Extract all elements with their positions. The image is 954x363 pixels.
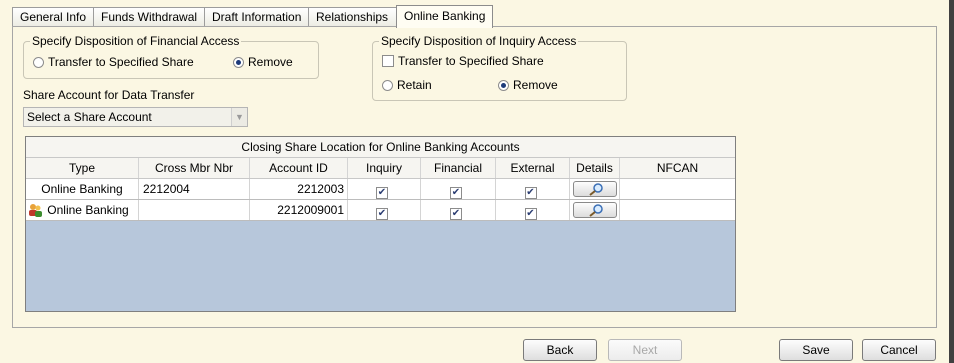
cell-type: Online Banking bbox=[26, 179, 139, 199]
tab-draft-information[interactable]: Draft Information bbox=[204, 7, 309, 27]
financial-transfer-radio[interactable]: Transfer to Specified Share bbox=[33, 55, 194, 70]
radio-label: Remove bbox=[248, 55, 293, 69]
tab-label: Online Banking bbox=[404, 9, 486, 23]
inquiry-checkbox[interactable]: ✔ bbox=[376, 187, 388, 199]
online-banking-grid: Closing Share Location for Online Bankin… bbox=[25, 136, 736, 312]
cell-details bbox=[570, 179, 620, 199]
cell-type-text: Online Banking bbox=[47, 203, 129, 217]
table-row[interactable]: Online Banking 2212004 2212003 ✔ ✔ ✔ bbox=[26, 179, 735, 200]
cell-financial: ✔ bbox=[421, 200, 496, 220]
tab-funds-withdrawal[interactable]: Funds Withdrawal bbox=[93, 7, 205, 27]
cancel-button[interactable]: Cancel bbox=[862, 339, 936, 361]
magnifier-icon bbox=[589, 183, 603, 196]
external-checkbox[interactable]: ✔ bbox=[524, 187, 537, 199]
online-banking-panel: Specify Disposition of Financial Access … bbox=[12, 26, 937, 328]
radio-off-icon bbox=[382, 80, 393, 91]
financial-access-group: Specify Disposition of Financial Access … bbox=[23, 34, 319, 79]
cell-external: ✔ bbox=[496, 200, 570, 220]
column-header-cross-mbr-nbr[interactable]: Cross Mbr Nbr bbox=[139, 158, 250, 178]
grid-caption: Closing Share Location for Online Bankin… bbox=[26, 137, 735, 158]
details-button[interactable] bbox=[573, 181, 617, 197]
next-button[interactable]: Next bbox=[608, 339, 682, 361]
share-account-select[interactable]: Select a Share Account ▼ bbox=[23, 107, 248, 127]
cell-cross-mbr-nbr bbox=[139, 200, 250, 220]
details-button[interactable] bbox=[573, 202, 617, 218]
grid-header-row: Type Cross Mbr Nbr Account ID Inquiry Fi… bbox=[26, 158, 735, 179]
tab-online-banking[interactable]: Online Banking bbox=[396, 5, 493, 28]
radio-label: Transfer to Specified Share bbox=[48, 55, 194, 69]
external-checkbox[interactable]: ✔ bbox=[524, 208, 537, 220]
share-account-label: Share Account for Data Transfer bbox=[23, 88, 195, 102]
column-header-type[interactable]: Type bbox=[26, 158, 139, 178]
cell-type: Online Banking bbox=[26, 200, 139, 220]
column-header-details[interactable]: Details bbox=[570, 158, 620, 178]
financial-checkbox[interactable]: ✔ bbox=[450, 187, 462, 199]
cell-financial: ✔ bbox=[421, 179, 496, 199]
radio-on-icon bbox=[498, 80, 509, 91]
inquiry-remove-radio[interactable]: Remove bbox=[498, 78, 558, 93]
cell-details bbox=[570, 200, 620, 220]
magnifier-icon bbox=[589, 204, 603, 217]
cell-cross-mbr-nbr: 2212004 bbox=[139, 179, 250, 199]
chevron-down-icon[interactable]: ▼ bbox=[231, 108, 247, 126]
inquiry-retain-radio[interactable]: Retain bbox=[382, 78, 432, 93]
tab-general-info[interactable]: General Info bbox=[12, 7, 94, 27]
financial-remove-radio[interactable]: Remove bbox=[233, 55, 293, 70]
tab-label: Draft Information bbox=[212, 10, 302, 24]
column-header-nfcan[interactable]: NFCAN bbox=[620, 158, 735, 178]
tab-label: General Info bbox=[20, 10, 87, 24]
tab-relationships[interactable]: Relationships bbox=[308, 7, 397, 27]
checkbox-unchecked-icon bbox=[382, 55, 394, 67]
radio-on-icon bbox=[233, 57, 244, 68]
window-edge bbox=[949, 0, 954, 363]
column-header-account-id[interactable]: Account ID bbox=[250, 158, 348, 178]
financial-checkbox[interactable]: ✔ bbox=[450, 208, 462, 220]
inquiry-transfer-checkbox[interactable]: Transfer to Specified Share bbox=[382, 54, 544, 69]
radio-label: Retain bbox=[397, 78, 432, 92]
cell-account-id: 2212009001 bbox=[250, 200, 348, 220]
save-button[interactable]: Save bbox=[779, 339, 853, 361]
cell-external: ✔ bbox=[496, 179, 570, 199]
cell-account-id: 2212003 bbox=[250, 179, 348, 199]
radio-off-icon bbox=[33, 57, 44, 68]
cell-inquiry: ✔ bbox=[348, 200, 421, 220]
tab-label: Funds Withdrawal bbox=[101, 10, 198, 24]
column-header-financial[interactable]: Financial bbox=[421, 158, 496, 178]
cell-nfcan bbox=[620, 200, 735, 220]
column-header-external[interactable]: External bbox=[496, 158, 570, 178]
back-button[interactable]: Back bbox=[523, 339, 597, 361]
users-icon bbox=[29, 204, 42, 217]
cell-inquiry: ✔ bbox=[348, 179, 421, 199]
cell-nfcan bbox=[620, 179, 735, 199]
column-header-inquiry[interactable]: Inquiry bbox=[348, 158, 421, 178]
tab-label: Relationships bbox=[316, 10, 389, 24]
radio-label: Remove bbox=[513, 78, 558, 92]
table-row[interactable]: Online Banking 2212009001 ✔ ✔ ✔ bbox=[26, 200, 735, 221]
checkbox-label: Transfer to Specified Share bbox=[398, 54, 544, 68]
share-account-value: Select a Share Account bbox=[27, 110, 152, 124]
financial-access-title: Specify Disposition of Financial Access bbox=[30, 34, 242, 48]
inquiry-access-group: Specify Disposition of Inquiry Access Tr… bbox=[372, 34, 627, 101]
inquiry-checkbox[interactable]: ✔ bbox=[376, 208, 388, 220]
inquiry-access-title: Specify Disposition of Inquiry Access bbox=[379, 34, 579, 48]
